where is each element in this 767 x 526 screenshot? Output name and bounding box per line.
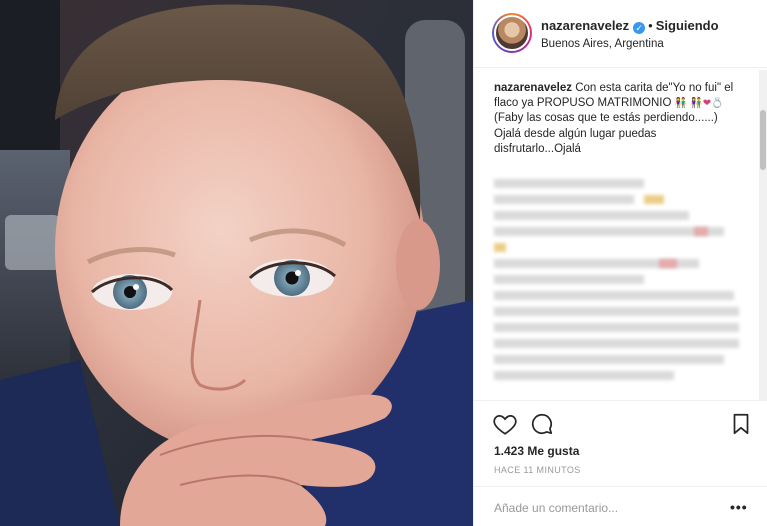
blurred-comment-row	[494, 371, 744, 380]
scrollbar-thumb[interactable]	[760, 110, 766, 170]
more-options-icon[interactable]: •••	[730, 499, 748, 515]
blurred-comment-row	[494, 179, 744, 188]
blurred-comment-row	[494, 259, 744, 268]
follow-separator: •	[648, 18, 653, 33]
comments-scrollbar[interactable]	[759, 70, 767, 400]
comment-input[interactable]	[494, 500, 714, 516]
boy-portrait-image	[0, 0, 473, 526]
post-location[interactable]: Buenos Aires, Argentina	[541, 38, 664, 50]
blurred-comment-row	[494, 195, 744, 204]
blurred-comment-row	[494, 275, 744, 284]
post-header: nazarenavelez ✓ • Siguiendo Buenos Aires, A…	[474, 0, 767, 68]
comments-section: nazarenavelez Con esta carita de"Yo no f…	[474, 69, 767, 400]
verified-badge-icon: ✓	[633, 22, 646, 34]
blurred-comment-row	[494, 339, 744, 348]
blurred-comment-row	[494, 211, 744, 220]
heart-icon[interactable]	[492, 411, 518, 437]
likes-count[interactable]: 1.423 Me gusta	[494, 444, 579, 458]
caption-username[interactable]: nazarenavelez	[494, 82, 572, 94]
caption-text-line2: (Faby las cosas que te estás perdiendo..…	[494, 112, 718, 125]
header-username[interactable]: nazarenavelez	[541, 18, 629, 33]
blurred-comment-row	[494, 323, 744, 332]
blurred-comment-row	[494, 307, 744, 316]
header-user-line: nazarenavelez ✓ • Siguiendo	[541, 18, 719, 34]
blurred-comment-row	[494, 291, 744, 300]
caption-emoji-a: 👫	[674, 98, 688, 110]
bookmark-icon[interactable]	[728, 411, 754, 437]
caption-emoji-b: 👫❤💍	[690, 98, 724, 110]
post-caption: nazarenavelez Con esta carita de"Yo no f…	[494, 81, 739, 157]
post-side-panel: nazarenavelez ✓ • Siguiendo Buenos Aires, A…	[473, 0, 767, 526]
comment-icon[interactable]	[529, 411, 555, 437]
post-actions: 1.423 Me gusta HACE 11 MINUTOS •••	[474, 400, 767, 526]
profile-avatar[interactable]	[492, 13, 532, 53]
avatar-image	[494, 15, 530, 51]
post-photo[interactable]	[0, 0, 473, 526]
add-comment-bar: •••	[474, 486, 767, 526]
post-timestamp[interactable]: HACE 11 MINUTOS	[494, 465, 581, 475]
blurred-comment-row	[494, 227, 744, 236]
blurred-comment-row	[494, 355, 744, 364]
blurred-comment-row	[494, 243, 744, 252]
following-button[interactable]: Siguiendo	[656, 18, 719, 33]
caption-text-line3: Ojalá desde algún lugar puedas disfrutar…	[494, 127, 657, 155]
blurred-comments	[494, 179, 744, 387]
